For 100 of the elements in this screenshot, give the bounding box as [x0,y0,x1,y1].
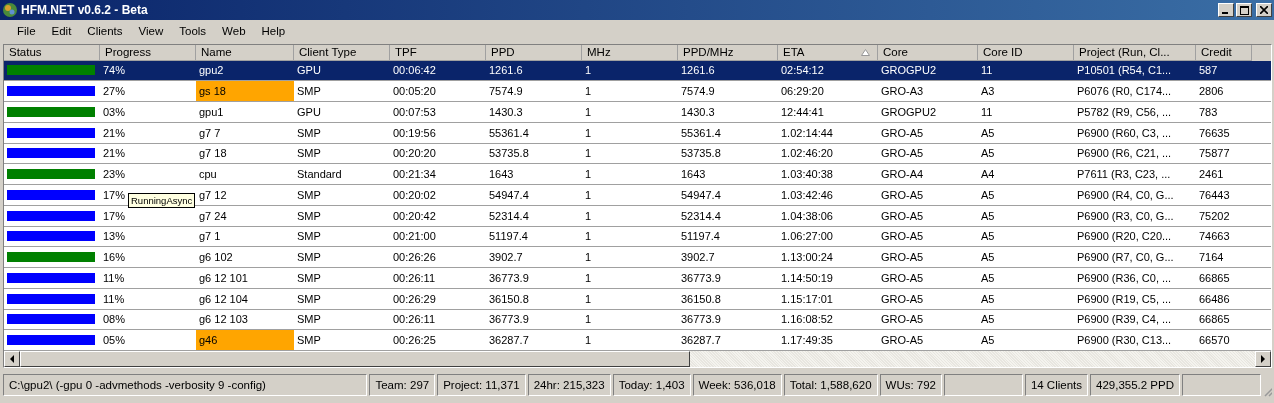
table-cell: 1.02:14:44 [781,126,833,139]
table-cell: 00:20:20 [393,147,436,160]
maximize-button[interactable] [1236,3,1252,17]
table-cell: 00:20:42 [393,209,436,222]
table-cell-text: g7 24 [198,208,228,224]
status-panel: 24hr: 215,323 [527,374,611,396]
column-header[interactable]: Progress [100,45,196,61]
column-header[interactable]: Project (Run, Cl... [1074,45,1196,61]
table-cell: P6900 (R20, C20... [1077,230,1172,243]
client-row[interactable]: 21% g7 18 SMP 00:20:20 53735.8 1 53735.8 1.02:46:20 GRO-A5 A5 P6900 (R6, C21, ... 75877 [4,143,1271,165]
left-arrow-icon [9,355,15,363]
table-cell-text: gpu1 [198,104,225,120]
table-cell: SMP [297,271,321,284]
table-cell: 36773.9 [681,313,721,326]
client-row[interactable]: 21% g7 7 SMP 00:19:56 55361.4 1 55361.4 1.02:14:44 GRO-A5 A5 P6900 (R60, C3, ... 76635 [4,122,1271,144]
close-button[interactable] [1256,3,1272,17]
table-cell: GROGPU2 [881,105,936,118]
column-header[interactable]: MHz [582,45,678,61]
status-panel: 429,355.2 PPD [1090,374,1181,396]
table-cell: 21% [103,126,126,139]
menu-item[interactable]: Edit [43,25,80,37]
table-cell: 00:21:34 [393,168,436,181]
table-cell: 11 [981,64,993,77]
scroll-left-button[interactable] [4,351,20,367]
client-row[interactable]: 27% gs 18 SMP 00:05:20 7574.9 1 7574.9 06:29:20 GRO-A3 A3 P6076 (R0, C174... 2806 [4,81,1271,102]
menu-item[interactable]: View [130,25,172,37]
column-header[interactable]: Core ID [978,45,1074,61]
table-cell: 23% [103,168,126,181]
table-cell: 1 [585,313,592,326]
table-cell-text: g7 18 [198,146,228,162]
table-cell: GRO-A5 [881,271,924,284]
client-row[interactable]: 13% g7 1 SMP 00:21:00 51197.4 1 51197.4 1.06:27:00 GRO-A5 A5 P6900 (R20, C20... 74663 [4,226,1271,248]
table-cell: 27% [103,85,126,98]
client-row[interactable]: 23% cpu Standard 00:21:34 1643 1 1643 1.03:40:38 GRO-A4 A4 P7611 (R3, C23, ... 2461 [4,164,1271,185]
client-row[interactable]: 74% gpu2 GPU 00:06:42 1261.6 1 1261.6 02:54:12 GROGPU2 11 P10501 (R54, C1... 587 [4,60,1271,82]
table-cell: 21% [103,147,126,160]
column-header[interactable]: PPD/MHz [678,45,778,61]
table-cell: 7574.9 [681,85,715,98]
table-cell: 1 [585,251,592,264]
table-cell: 53735.8 [489,147,529,160]
horizontal-scrollbar[interactable] [4,351,1271,367]
table-cell: 00:20:02 [393,188,436,201]
table-cell: 36773.9 [681,271,721,284]
table-cell: SMP [297,188,321,201]
column-header[interactable]: Credit [1196,45,1252,61]
table-cell: 66865 [1199,271,1230,284]
table-cell: A5 [981,251,995,264]
table-cell: gs 18 [196,81,294,101]
column-header[interactable]: ETA [778,45,878,61]
column-header[interactable]: PPD [486,45,582,61]
table-cell: P6900 (R39, C4, ... [1077,313,1172,326]
table-cell: 00:26:26 [393,251,436,264]
minimize-button[interactable] [1218,3,1234,17]
menu-item[interactable]: Help [253,25,294,37]
menu-item[interactable]: Clients [79,25,131,37]
table-cell: 74663 [1199,230,1230,243]
client-row[interactable]: 05% g46 SMP 00:26:25 36287.7 1 36287.7 1.17:49:35 GRO-A5 A5 P6900 (R30, C13... 66570 [4,330,1271,351]
table-cell: 02:54:12 [781,64,824,77]
table-cell: P6900 (R60, C3, ... [1077,126,1172,139]
resize-grip-icon[interactable] [1262,385,1272,397]
client-row[interactable]: 11% g6 12 104 SMP 00:26:29 36150.8 1 36150.8 1.15:17:01 GRO-A5 A5 P6900 (R19, C5, ... 66486 [4,288,1271,310]
table-cell: 783 [1199,105,1218,118]
table-cell: P6900 (R30, C13... [1077,334,1172,347]
table-cell: P6900 (R4, C0, G... [1077,188,1174,201]
table-cell: 36773.9 [489,313,529,326]
scrollbar-thumb[interactable] [20,351,690,367]
table-cell: 00:07:53 [393,105,436,118]
client-row[interactable]: 17% g7 24 SMP 00:20:42 52314.4 1 52314.4 1.04:38:06 GRO-A5 A5 P6900 (R3, C0, G... 75202 [4,205,1271,227]
table-cell: 1.13:00:24 [781,251,833,264]
table-cell: 1.16:08:52 [781,313,833,326]
scroll-right-button[interactable] [1255,351,1271,367]
table-cell: P6900 (R19, C5, ... [1077,292,1172,305]
client-row[interactable]: 03% gpu1 GPU 00:07:53 1430.3 1 1430.3 12:44:41 GROGPU2 11 P5782 (R9, C56, ... 783 [4,102,1271,123]
table-cell: 1.03:42:46 [781,188,833,201]
column-header[interactable]: Core [878,45,978,61]
table-cell: 36150.8 [681,292,721,305]
menu-item[interactable]: Web [214,25,254,37]
table-cell: 08% [103,313,126,326]
table-cell: 1 [585,230,592,243]
table-cell: A5 [981,292,995,305]
table-cell: 1 [585,188,592,201]
table-cell: GRO-A5 [881,292,924,305]
table-cell: 00:26:25 [393,334,436,347]
table-cell: 1 [585,292,592,305]
client-row[interactable]: 11% g6 12 101 SMP 00:26:11 36773.9 1 36773.9 1.14:50:19 GRO-A5 A5 P6900 (R36, C0, ... 66865 [4,268,1271,289]
column-header[interactable]: TPF [390,45,486,61]
table-cell: 2806 [1199,85,1224,98]
table-cell: SMP [297,230,321,243]
table-cell: SMP [297,251,321,264]
client-row[interactable]: 16% g6 102 SMP 00:26:26 3902.7 1 3902.7 1.13:00:24 GRO-A5 A5 P6900 (R7, C0, G... 7164 [4,247,1271,268]
table-cell: 74% [103,64,126,77]
table-cell-text: g7 12 [198,187,228,203]
column-header[interactable]: Client Type [294,45,390,61]
menu-item[interactable]: File [9,25,44,37]
status-panel: 14 Clients [1024,374,1088,396]
client-row[interactable]: 08% g6 12 103 SMP 00:26:11 36773.9 1 36773.9 1.16:08:52 GRO-A5 A5 P6900 (R39, C4, ... 66865 [4,309,1271,331]
table-cell: 76635 [1199,126,1230,139]
column-header[interactable]: Status [4,45,100,61]
column-header[interactable]: Name [196,45,294,61]
menu-item[interactable]: Tools [171,25,215,37]
